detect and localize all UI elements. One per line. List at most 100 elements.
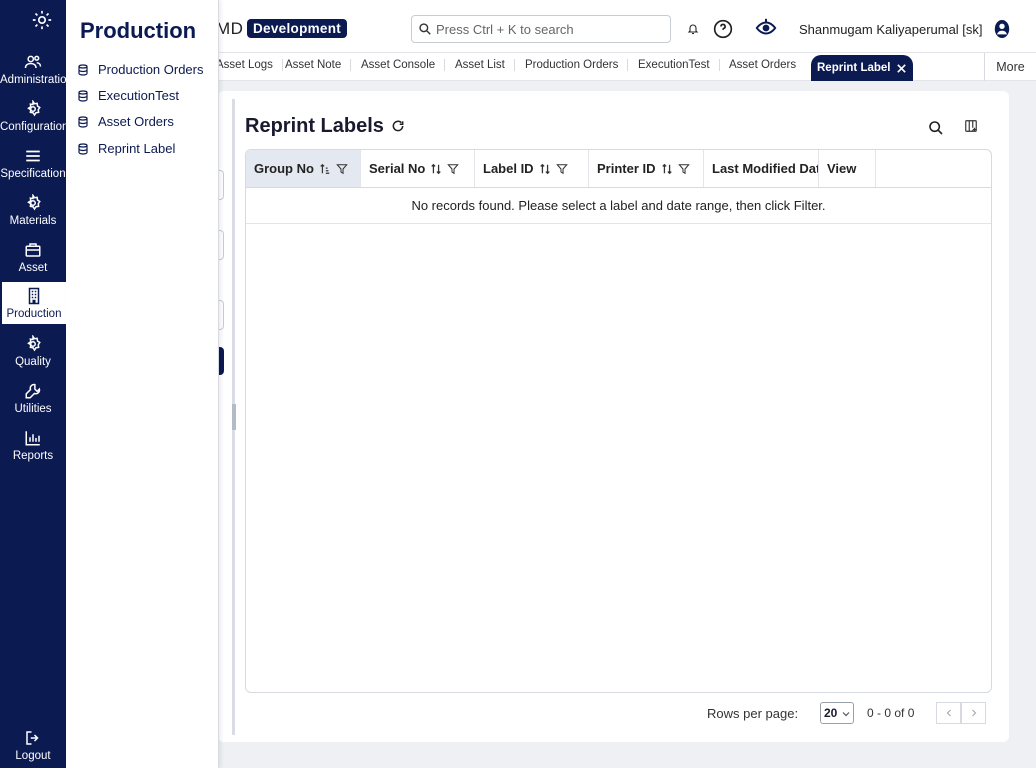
database-icon [78, 142, 88, 155]
filter-icon[interactable] [336, 163, 348, 175]
preview-eye-icon[interactable] [755, 17, 777, 39]
more-tabs-button[interactable]: More [984, 53, 1036, 81]
rail-label: Administration [0, 73, 66, 86]
sort-icon[interactable] [661, 163, 673, 175]
column-header-group-no[interactable]: Group No [246, 150, 361, 187]
rail-item-administration[interactable]: Administration [0, 48, 66, 90]
page-range-text: 0 - 0 of 0 [867, 706, 915, 720]
rail-label: Asset [18, 261, 48, 274]
user-name[interactable]: Shanmugam Kaliyaperumal [sk] [799, 22, 983, 37]
rows-per-page-value: 20 [824, 706, 838, 720]
pagination: Rows per page: 20 0 - 0 of 0 [218, 702, 1009, 726]
tab-asset-console[interactable]: Asset Console [361, 59, 446, 71]
tab-asset-orders[interactable]: Asset Orders [729, 59, 805, 71]
sort-asc-icon[interactable] [319, 163, 331, 175]
app-logo-icon[interactable] [31, 9, 53, 31]
flyout-title: Production [80, 18, 197, 43]
resize-handle[interactable] [232, 404, 236, 430]
rows-per-page-select[interactable]: 20 [820, 702, 854, 724]
logout-icon [26, 730, 39, 745]
rows-per-page-label: Rows per page: [707, 706, 799, 721]
tab-asset-logs[interactable]: Asset Logs [216, 59, 283, 71]
column-header-printer-id[interactable]: Printer ID [589, 150, 704, 187]
rail-label: Configuration [0, 120, 66, 133]
rail-item-quality[interactable]: Quality [0, 330, 66, 372]
previous-page-button[interactable] [936, 702, 961, 724]
flyout-item-label: Production Orders [98, 62, 204, 77]
flyout-item-label: Reprint Label [98, 141, 176, 156]
database-icon [78, 63, 88, 76]
rail-item-specification[interactable]: Specification [0, 142, 66, 184]
sort-icon[interactable] [430, 163, 442, 175]
tab-reprint-label[interactable]: Reprint Label [811, 55, 914, 81]
reprint-labels-panel: Reprint Labels Group No Serial No Label … [218, 91, 1009, 742]
column-header-last-modified-date[interactable]: Last Modified Date [704, 150, 819, 187]
refresh-icon[interactable] [391, 119, 405, 133]
rail-item-production[interactable]: Production [2, 282, 66, 324]
rail-label: Utilities [14, 402, 52, 415]
search-icon[interactable] [928, 120, 944, 136]
gear-icon [27, 193, 41, 210]
rail-label: Production [6, 307, 62, 320]
column-header-serial-no[interactable]: Serial No [361, 150, 475, 187]
rail-label: Reports [12, 449, 54, 462]
flyout-item-label: ExecutionTest [98, 88, 179, 103]
rail-item-configuration[interactable]: Configuration [0, 95, 66, 137]
grid-header: Group No Serial No Label ID Printer ID L [246, 150, 991, 188]
flyout-item-asset-orders[interactable]: Asset Orders [77, 114, 174, 129]
left-nav-rail: Administration Configuration Specificati… [0, 0, 66, 768]
users-icon [24, 55, 42, 68]
chevron-down-icon [842, 712, 850, 717]
tab-asset-note[interactable]: Asset Note [285, 59, 352, 71]
chevron-right-icon [971, 709, 976, 717]
column-title: Serial No [369, 161, 426, 176]
page-title: Reprint Labels [245, 115, 384, 137]
column-settings-icon[interactable] [964, 119, 978, 133]
flyout-item-reprint-label[interactable]: Reprint Label [77, 141, 175, 156]
chevron-left-icon [946, 709, 951, 717]
column-title: View [827, 161, 857, 176]
box-icon [25, 242, 41, 257]
production-flyout-menu: Production Production Orders ExecutionTe… [66, 0, 219, 768]
rail-item-utilities[interactable]: Utilities [0, 377, 66, 419]
tab-reprint-label-text: Reprint Label [817, 62, 891, 74]
list-icon [26, 150, 40, 161]
tab-execution-test[interactable]: ExecutionTest [638, 59, 720, 71]
global-search-input[interactable] [436, 21, 656, 37]
next-page-button[interactable] [961, 702, 986, 724]
logout-label: Logout [15, 749, 51, 762]
flyout-item-execution-test[interactable]: ExecutionTest [77, 88, 179, 103]
column-header-label-id[interactable]: Label ID [475, 150, 589, 187]
column-title: Label ID [483, 161, 534, 176]
column-title: Last Modified Date [712, 161, 819, 176]
rail-item-materials[interactable]: Materials [0, 189, 66, 231]
search-icon [419, 23, 431, 35]
rail-label: Specification [0, 167, 66, 180]
help-icon[interactable] [713, 19, 733, 39]
wrench-icon [25, 383, 41, 398]
flyout-item-production-orders[interactable]: Production Orders [77, 62, 204, 77]
close-icon[interactable] [896, 63, 907, 74]
global-search[interactable] [411, 15, 671, 43]
bell-icon[interactable] [687, 23, 699, 35]
column-title: Printer ID [597, 161, 656, 176]
filter-icon[interactable] [447, 163, 460, 175]
bar-chart-icon [25, 430, 40, 445]
environment-badge: Development [247, 19, 348, 38]
avatar-icon[interactable] [993, 19, 1011, 39]
tab-production-orders[interactable]: Production Orders [525, 59, 629, 71]
filter-icon[interactable] [677, 163, 690, 175]
filter-icon[interactable] [555, 163, 568, 175]
column-header-view[interactable]: View [819, 150, 876, 187]
flyout-item-label: Asset Orders [98, 114, 174, 129]
rail-item-reports[interactable]: Reports [0, 424, 66, 466]
brand-name: MD [216, 19, 244, 38]
empty-state-message: No records found. Please select a label … [246, 188, 991, 224]
column-title: Group No [254, 161, 314, 176]
logout-button[interactable]: Logout [0, 724, 66, 766]
gear-icon [27, 99, 41, 116]
gear-icon [27, 334, 41, 351]
rail-item-asset[interactable]: Asset [0, 236, 66, 278]
sort-icon[interactable] [539, 163, 551, 175]
tab-asset-list[interactable]: Asset List [455, 59, 515, 71]
